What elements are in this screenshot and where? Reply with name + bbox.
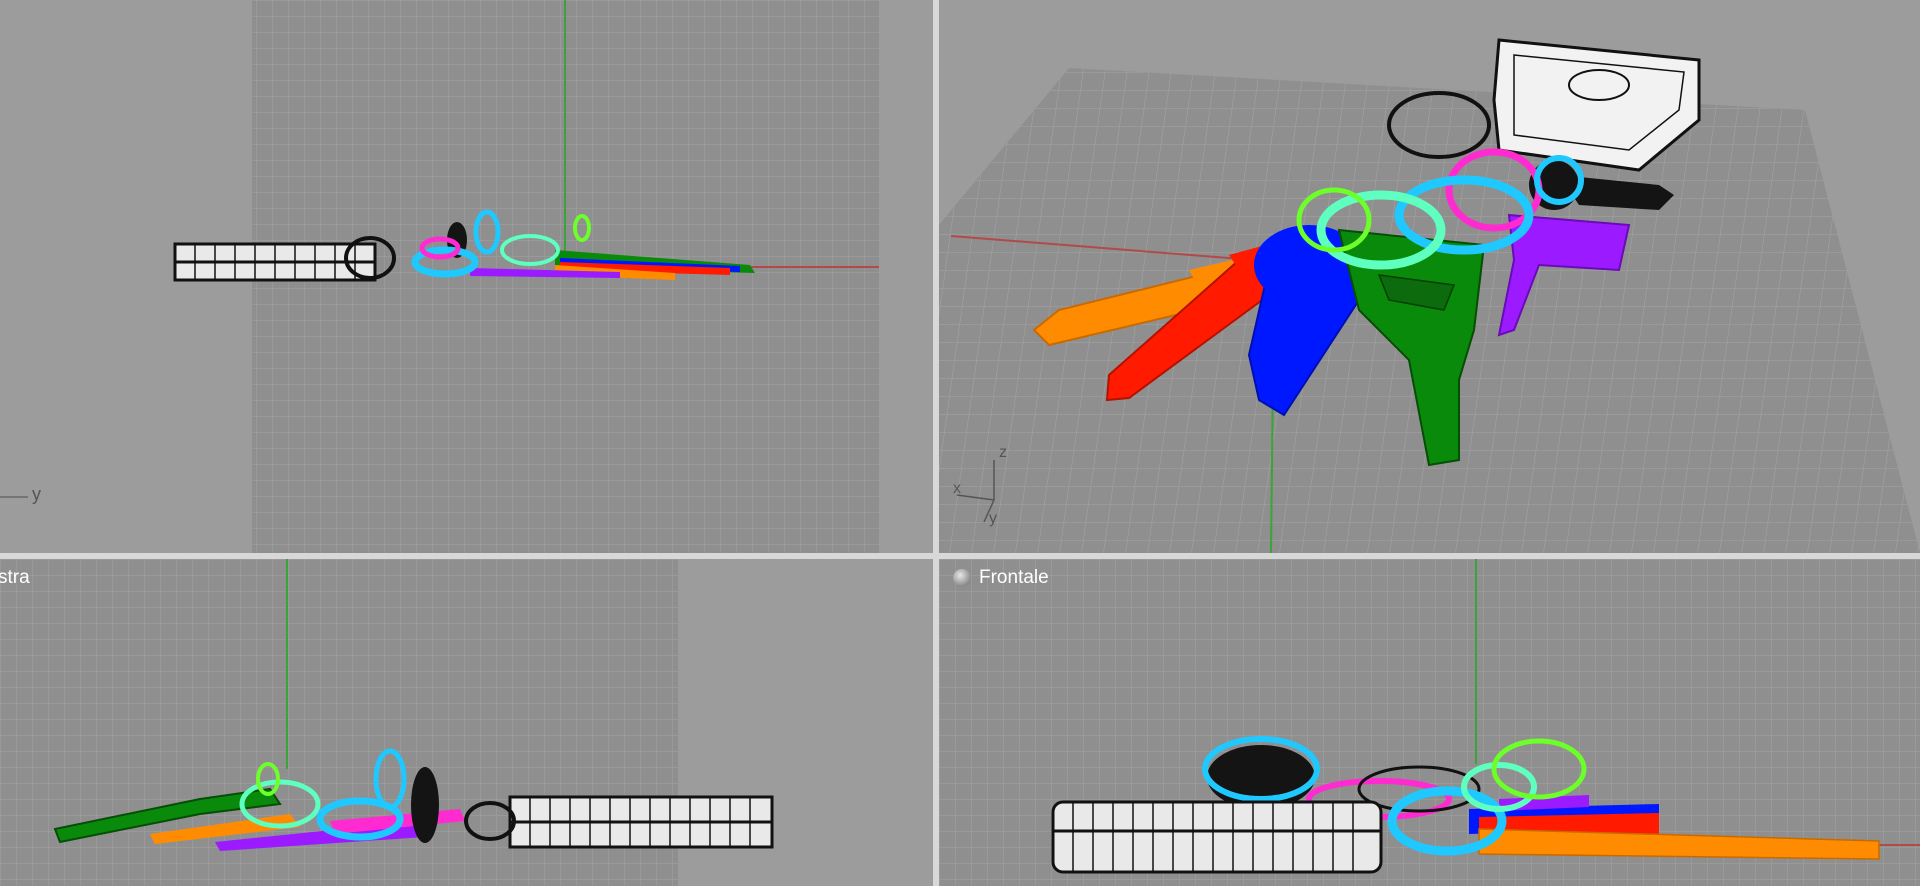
- viewport-top-right[interactable]: z x y: [939, 0, 1920, 553]
- viewport-title-label: stra: [0, 567, 30, 588]
- viewport-display-mode-icon[interactable]: [953, 569, 971, 587]
- viewport-bottom-right-canvas: [939, 559, 1920, 886]
- viewport-bottom-left-canvas: [0, 559, 774, 886]
- viewport-title-front[interactable]: Frontale: [947, 567, 1055, 589]
- axis-label-x: x: [953, 480, 961, 497]
- axis-label-y: y: [989, 510, 997, 527]
- viewport-top-left-canvas: [0, 0, 879, 553]
- viewport-bottom-left[interactable]: stra: [0, 559, 933, 886]
- viewport-top-right-canvas: [939, 38, 1920, 553]
- viewport-title-left[interactable]: stra: [0, 567, 36, 589]
- axis-label-z: z: [999, 444, 1007, 461]
- viewport-title-label: Frontale: [979, 567, 1049, 588]
- axis-label-y: y: [32, 484, 41, 504]
- viewport-bottom-right[interactable]: Frontale: [939, 559, 1920, 886]
- viewport-top-left[interactable]: y: [0, 0, 933, 553]
